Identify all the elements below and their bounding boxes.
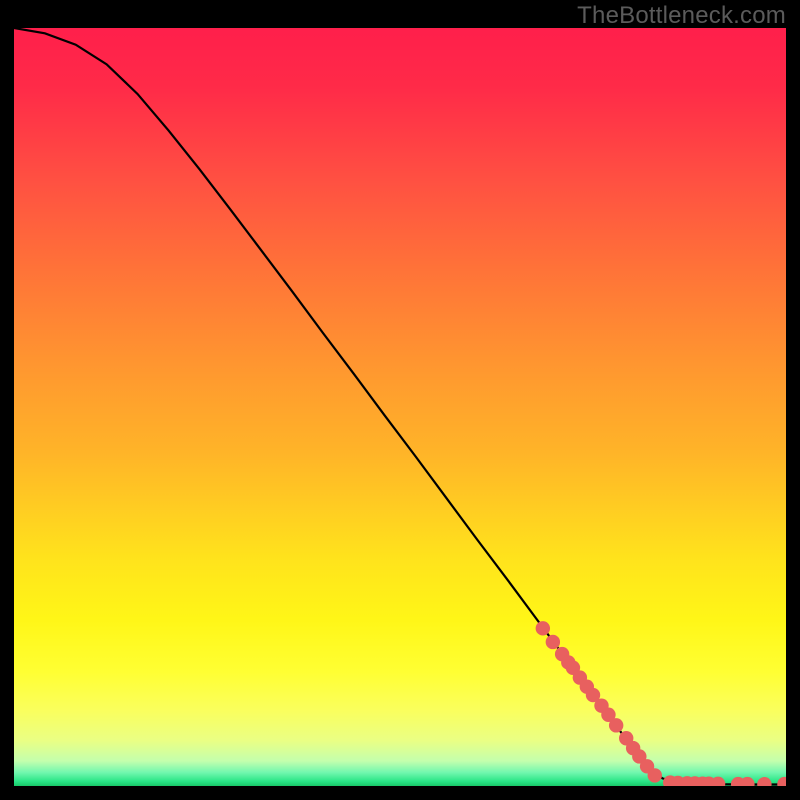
data-point <box>536 621 550 635</box>
data-point <box>546 635 560 649</box>
data-point <box>648 768 662 782</box>
chart-frame: TheBottleneck.com <box>0 0 800 800</box>
data-point <box>609 718 623 732</box>
plot-background <box>14 28 786 786</box>
watermark-text: TheBottleneck.com <box>577 2 786 30</box>
chart-plot <box>14 28 786 786</box>
